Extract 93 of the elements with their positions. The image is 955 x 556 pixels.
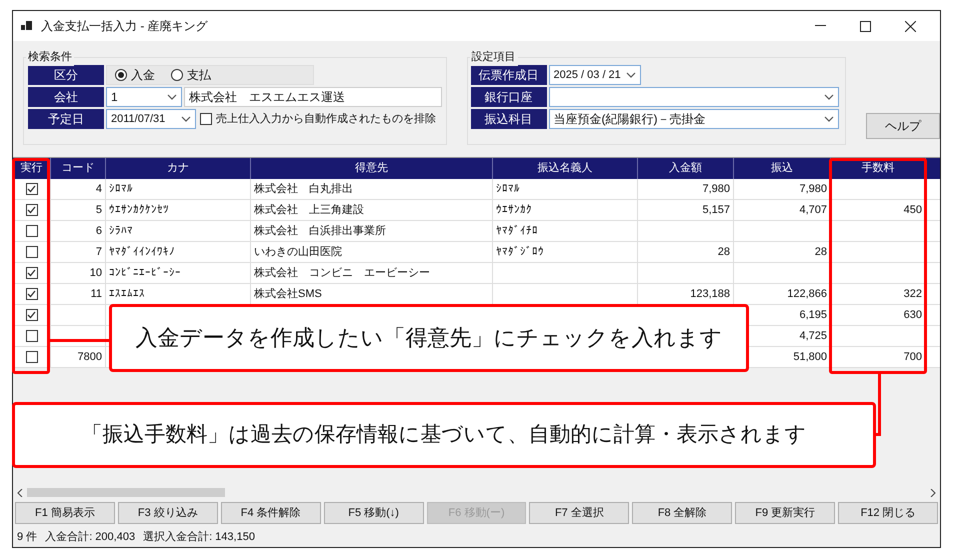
date-field[interactable]: 2025 / 03 / 21	[548, 65, 641, 85]
function-key-button[interactable]: F1 簡易表示	[15, 502, 115, 524]
table-cell-text: ﾔﾏﾀﾞｲﾁﾛ	[496, 224, 538, 239]
checkbox[interactable]	[26, 309, 38, 321]
table-cell-text: 7800	[78, 350, 102, 365]
checkbox[interactable]	[26, 246, 38, 258]
checkbox-label: 売上仕入入力から自動作成されたものを排除	[216, 112, 436, 127]
group-title: 検索条件	[26, 49, 74, 66]
radio-button[interactable]	[171, 69, 183, 81]
table-cell-text: ﾔﾏﾀﾞｲｲﾝｲﾜｷﾉ	[109, 244, 175, 260]
table-cell-text: 28	[814, 244, 827, 260]
table-cell-text: 5,157	[702, 202, 730, 218]
table-cell-text: 322	[904, 286, 922, 302]
date-field[interactable]: 2011/07/31	[106, 109, 196, 129]
chevron-down-icon	[626, 72, 636, 78]
checkbox[interactable]	[26, 267, 38, 279]
function-key-button[interactable]: F12 閉じる	[838, 502, 938, 524]
scroll-left-icon[interactable]	[17, 488, 23, 496]
chevron-down-icon	[167, 94, 177, 100]
checkbox[interactable]	[26, 330, 38, 342]
function-key-button[interactable]: F3 絞り込み	[118, 502, 218, 524]
function-key-button[interactable]: F9 更新実行	[735, 502, 836, 524]
chevron-down-icon	[181, 116, 191, 122]
minimize-icon[interactable]	[815, 25, 826, 27]
table-cell-text: ｴｽｴﾑｴｽ	[109, 286, 145, 302]
checkbox[interactable]	[26, 225, 38, 237]
status-text: 入金合計: 200,403	[45, 530, 136, 545]
table-cell-text: 28	[718, 244, 730, 260]
group-title: 設定項目	[470, 49, 518, 66]
table-cell-text: ｳｴｻﾝｶｸ	[496, 202, 532, 218]
field-label: 区分	[28, 65, 104, 85]
table-cell-text: 11	[90, 286, 102, 302]
field-label: 伝票作成日	[470, 65, 547, 85]
table-cell-text: 5	[96, 202, 102, 218]
table-cell-text: 51,800	[793, 350, 827, 365]
dropdown-field[interactable]: 当座預金(紀陽銀行)－売掛金	[548, 109, 839, 129]
checkbox[interactable]	[200, 113, 212, 125]
checkbox[interactable]	[26, 204, 38, 216]
dropdown-field[interactable]	[548, 87, 839, 107]
table-cell-text: 6	[96, 224, 102, 239]
radio-button[interactable]	[115, 69, 127, 81]
table-cell-text: 7,980	[799, 182, 827, 197]
radio-label: 入金	[131, 67, 155, 84]
table-cell-text: 株式会社 白丸排出	[254, 182, 353, 197]
function-key-button[interactable]: F8 全解除	[632, 502, 732, 524]
table-cell-text: ｼﾛﾏﾙ	[496, 182, 520, 197]
table-cell-text: 7,980	[702, 182, 730, 197]
table-cell-text: 4,725	[799, 328, 827, 344]
status-text: 9 件	[17, 530, 38, 545]
table-cell-text: 4	[96, 182, 102, 197]
function-key-button[interactable]: F5 移動(↓)	[324, 502, 424, 524]
table-cell-text: 450	[904, 202, 922, 218]
checkbox[interactable]	[26, 351, 38, 363]
callout-text: 入金データを作成したい「得意先」にチェックを入れます	[136, 324, 722, 352]
table-cell-text: ｺﾝﾋﾞﾆｴｰﾋﾞｰｼｰ	[109, 266, 181, 281]
table-cell-text: 700	[904, 350, 922, 365]
table-cell-text: 630	[904, 308, 922, 323]
radio-label: 支払	[187, 67, 211, 84]
scroll-right-icon[interactable]	[930, 488, 936, 496]
table-cell-text: ｼﾛﾏﾙ	[109, 182, 133, 197]
field-label: 振込科目	[470, 109, 547, 129]
table-cell-text: 122,866	[787, 286, 827, 302]
table-cell-text: 7	[96, 244, 102, 260]
table-cell-text: 株式会社SMS	[254, 286, 322, 302]
table-cell-text: いわきの山田医院	[254, 244, 342, 260]
table-cell-text: 10	[90, 266, 102, 281]
chevron-down-icon	[824, 116, 834, 122]
company-name-field[interactable]: 株式会社 エスエムエス運送	[184, 87, 442, 107]
maximize-icon[interactable]	[860, 20, 871, 32]
table-cell-text: 6,195	[799, 308, 827, 323]
table-cell-text: 123,188	[690, 286, 730, 302]
app-icon	[21, 20, 33, 32]
checkbox[interactable]	[26, 288, 38, 300]
table-cell-text: ｳｴｻﾝｶｸｹﾝｾﾂ	[109, 202, 169, 218]
callout-text: 「振込手数料」は過去の保存情報に基づいて、自動的に計算・表示されます	[82, 421, 806, 448]
help-button[interactable]: ヘルプ	[866, 113, 940, 139]
close-icon[interactable]	[905, 20, 916, 32]
function-key-button[interactable]: F7 全選択	[529, 502, 630, 524]
function-key-button[interactable]: F4 条件解除	[220, 502, 321, 524]
table-cell-text: 4,707	[799, 202, 827, 218]
table-cell-text: 株式会社 コンビニ エービーシー	[254, 266, 430, 281]
field-label: 会社	[28, 87, 104, 107]
checkbox[interactable]	[26, 183, 38, 195]
table-cell-text: ﾔﾏﾀﾞｼﾞﾛｳ	[496, 244, 544, 260]
table-cell-text: ｼﾗﾊﾏ	[109, 224, 133, 239]
status-text: 選択入金合計: 143,150	[143, 530, 255, 545]
table-cell-text: 株式会社 白浜排出事業所	[254, 224, 386, 239]
field-label: 銀行口座	[470, 87, 547, 107]
field-label: 予定日	[28, 109, 104, 129]
table-cell-text: 株式会社 上三角建設	[254, 202, 364, 218]
window-title: 入金支払一括入力 - 産廃キング	[41, 18, 208, 35]
chevron-down-icon	[824, 94, 834, 100]
company-code-field[interactable]: 1	[106, 87, 182, 107]
